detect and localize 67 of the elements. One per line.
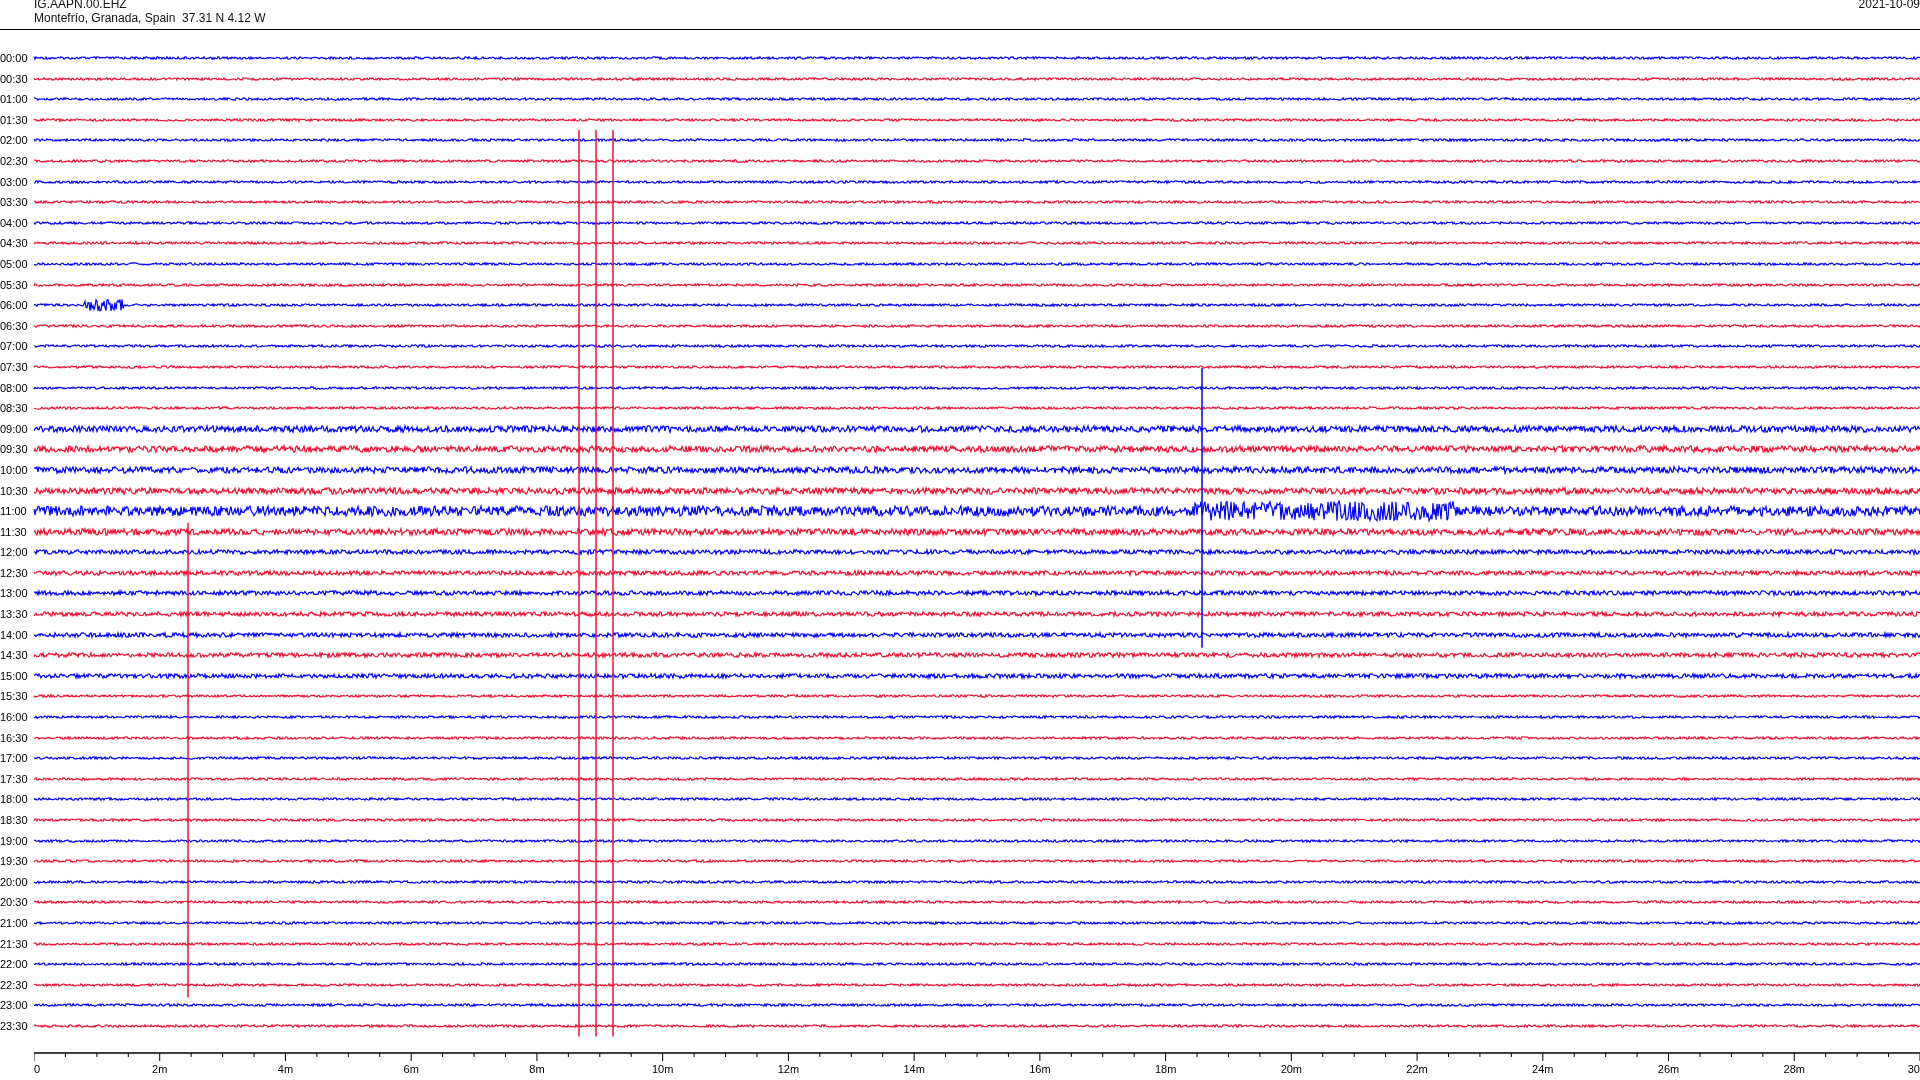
axis-tick-label: 8m [529,1063,545,1076]
row-time-label: 13:00 [0,587,29,600]
row-time-label: 16:30 [0,731,29,744]
row-time-label: 15:00 [0,669,29,682]
row-time-label: 03:00 [0,175,29,188]
row-time-label: 02:30 [0,155,29,167]
row-time-label: 09:30 [0,443,29,456]
axis-tick-label: 24m [1532,1063,1554,1076]
plot-date: 2021-10-09 [1858,0,1920,13]
row-time-label: 08:30 [0,402,29,415]
axis-tick-label: 16m [1029,1063,1051,1076]
row-time-label: 01:30 [0,113,29,126]
row-time-label: 12:30 [0,566,29,579]
row-time-label: 07:00 [0,340,29,353]
axis-tick-label: 30 [1907,1063,1920,1076]
station-location: Montefrío, Granada, Spain 37.31 N 4.12 W [34,11,266,25]
row-time-label: 13:30 [0,608,29,621]
row-time-label: 06:00 [0,299,29,312]
axis-tick-label: 18m [1154,1063,1177,1076]
row-time-label: 00:30 [0,72,29,85]
axis-tick-label: 4m [277,1063,294,1076]
row-time-label: 19:00 [0,834,29,847]
row-time-label: 05:30 [0,278,29,291]
row-time-label: 04:00 [0,216,29,229]
row-time-label: 02:00 [0,134,29,147]
axis-tick-label: 26m [1657,1063,1680,1076]
axis-tick-label: 6m [403,1063,419,1076]
row-time-label: 14:30 [0,649,29,662]
axis-tick-label: 10m [651,1063,674,1076]
row-time-label: 23:00 [0,999,29,1012]
row-time-label: 12:00 [0,546,29,559]
row-time-label: 20:00 [0,875,29,888]
row-time-label: 07:30 [0,360,29,373]
row-time-label: 22:30 [0,978,29,991]
row-time-label: 01:00 [0,93,29,106]
row-time-label: 10:30 [0,484,29,497]
row-time-label: 18:30 [0,814,29,826]
axis-tick-label: 28m [1783,1063,1805,1076]
row-time-label: 11:00 [0,505,28,518]
row-time-label: 09:00 [0,422,29,435]
row-time-label: 04:30 [0,237,29,250]
row-time-label: 22:00 [0,958,29,971]
row-time-label: 15:30 [0,690,29,703]
row-time-label: 11:30 [0,525,28,538]
axis-tick-label: 2m [152,1063,168,1076]
axis-tick-label: 22m [1406,1063,1428,1076]
row-time-label: 06:30 [0,319,29,332]
row-time-label: 21:00 [0,917,29,929]
row-time-label: 16:00 [0,711,29,724]
row-time-label: 14:00 [0,628,29,641]
row-time-label: 05:00 [0,258,29,270]
row-time-label: 10:00 [0,463,29,476]
axis-tick-label: 14m [903,1063,925,1076]
axis-tick-label: 0 [34,1063,41,1076]
row-time-label: 08:00 [0,381,29,394]
row-time-label: 17:30 [0,772,29,785]
row-time-label: 17:00 [0,752,29,765]
station-code: IG.AAPN.00.EHZ [34,0,128,11]
axis-tick-label: 20m [1280,1063,1303,1076]
row-time-label: 00:00 [0,52,29,65]
row-time-label: 21:30 [0,937,29,950]
row-time-label: 03:30 [0,196,29,209]
row-time-label: 19:30 [0,855,29,868]
axis-tick-label: 12m [777,1063,800,1076]
row-time-label: 18:00 [0,793,29,806]
row-time-label: 23:30 [0,1019,29,1032]
row-time-label: 20:30 [0,896,29,909]
